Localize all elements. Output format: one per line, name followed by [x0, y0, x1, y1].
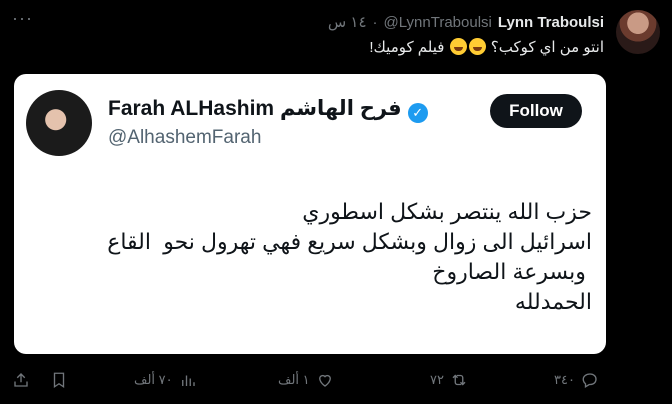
separator: ·: [372, 13, 378, 31]
repost-count: ٧٢: [430, 372, 444, 387]
share-button[interactable]: [12, 366, 30, 394]
quote-card[interactable]: Farah ALHashim فرح الهاشم ✓ @AlhashemFara…: [14, 74, 606, 354]
like-icon: [318, 374, 331, 387]
action-bar: ٧٠ ألف ١ ألف ٧٢ ٣٤٠: [12, 366, 612, 394]
reply-count: ٣٤٠: [554, 372, 575, 387]
follow-button[interactable]: Follow: [490, 94, 582, 128]
like-button[interactable]: ١ ألف: [278, 366, 334, 394]
repost-icon: [452, 374, 466, 386]
views-icon: [181, 375, 195, 386]
tweet-header: Lynn Traboulsi @LynnTraboulsi · ١٤ س: [328, 12, 604, 32]
quote-line: وبسرعة الصاروخ: [432, 259, 592, 284]
tweet-time[interactable]: ١٤ س: [328, 13, 367, 31]
reply-icon: [582, 373, 597, 388]
author-handle[interactable]: @LynnTraboulsi: [384, 14, 492, 31]
repost-button[interactable]: ٧٢: [430, 366, 468, 394]
verified-icon: ✓: [407, 103, 428, 123]
laughing-emoji-icon: [449, 38, 467, 55]
share-icon: [14, 373, 28, 387]
quote-line: حزب الله ينتصر بشكل اسطوري: [302, 199, 592, 224]
quote-author-handle[interactable]: @AlhashemFarah: [108, 127, 261, 149]
tweet[interactable]: ··· Lynn Traboulsi @LynnTraboulsi · ١٤ س…: [0, 0, 672, 404]
quote-author-name[interactable]: Farah ALHashim فرح الهاشم ✓: [108, 96, 428, 123]
more-icon[interactable]: ···: [12, 8, 33, 29]
tweet-text: انتو من اي كوكب؟ فيلم كوميك!: [369, 38, 604, 56]
tweet-text-part1: انتو من اي كوكب؟: [486, 39, 604, 56]
views-count: ٧٠ ألف: [134, 372, 173, 387]
quote-line: اسرائيل الى زوال وبشكل سريع فهي تهرول نح…: [107, 229, 592, 254]
views-button[interactable]: ٧٠ ألف: [134, 366, 197, 394]
avatar[interactable]: [616, 10, 660, 54]
quote-text: حزب الله ينتصر بشكل اسطوري اسرائيل الى ز…: [32, 197, 592, 317]
quote-avatar[interactable]: [26, 90, 92, 156]
laughing-emoji-icon: [468, 38, 486, 55]
quote-name-text: Farah ALHashim فرح الهاشم: [108, 97, 402, 120]
quote-line: الحمدلله: [514, 289, 592, 314]
tweet-text-part2: فيلم كوميك!: [369, 39, 449, 56]
author-name[interactable]: Lynn Traboulsi: [498, 14, 604, 31]
reply-button[interactable]: ٣٤٠: [554, 366, 599, 394]
like-count: ١ ألف: [278, 372, 310, 387]
bookmark-button[interactable]: [50, 366, 68, 394]
bookmark-icon: [53, 372, 65, 389]
